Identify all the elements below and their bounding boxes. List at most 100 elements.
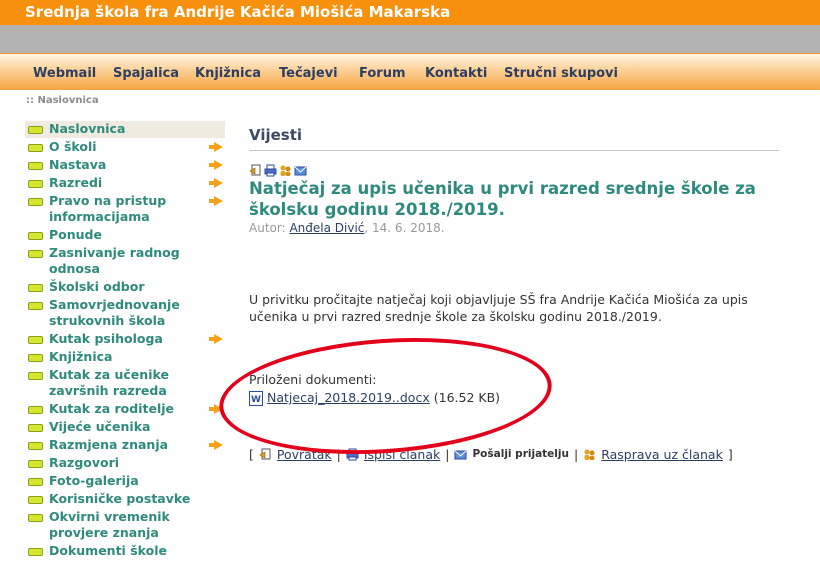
- back-icon[interactable]: [259, 448, 272, 461]
- bullet-icon: [28, 354, 43, 362]
- breadcrumb: :: Naslovnica: [26, 95, 99, 106]
- bullet-icon: [28, 250, 43, 258]
- back-link[interactable]: Povratak: [277, 447, 332, 462]
- submenu-arrow-icon: [209, 160, 223, 170]
- sidebar-item-kutak-psihologa[interactable]: Kutak psihologa: [25, 331, 225, 349]
- sidebar-item-kutak-za-ucenike[interactable]: Kutak za učenike završnih razreda: [25, 367, 225, 401]
- send-to-friend-link[interactable]: Pošalji prijatelju: [472, 448, 569, 460]
- attachment-size: (16.52 KB): [433, 390, 501, 405]
- nav-forum[interactable]: Forum: [359, 66, 406, 81]
- section-title: Vijesti: [249, 120, 779, 151]
- discuss-link[interactable]: Rasprava uz članak: [601, 447, 723, 462]
- sidebar-item-label: O školi: [49, 139, 97, 154]
- submenu-arrow-icon: [209, 404, 223, 414]
- attachments: Priloženi dokumenti: Natjecaj_2018.2019.…: [249, 371, 779, 411]
- sidebar-item-dokumenti-skole[interactable]: Dokumenti škole: [25, 543, 225, 561]
- submenu-arrow-icon: [209, 142, 223, 152]
- article-title[interactable]: Natječaj za upis učenika u prvi razred s…: [249, 178, 779, 220]
- article-actions: [ Povratak | Ispiši članak | Pošalji pri…: [249, 447, 779, 462]
- print-icon[interactable]: [346, 448, 359, 461]
- nav-kontakti[interactable]: Kontakti: [425, 66, 487, 81]
- separator: |: [336, 446, 341, 462]
- sidebar-item-kutak-za-roditelje[interactable]: Kutak za roditelje: [25, 401, 225, 419]
- sidebar-item-nastava[interactable]: Nastava: [25, 157, 225, 175]
- bullet-icon: [28, 406, 43, 414]
- email-icon[interactable]: [454, 448, 467, 461]
- submenu-arrow-icon: [209, 178, 223, 188]
- bullet-icon: [28, 548, 43, 556]
- nav-strucni-skupovi[interactable]: Stručni skupovi: [504, 66, 618, 81]
- sidebar-item-label: Nastava: [49, 157, 107, 172]
- main-nav: Webmail Spajalica Knjižnica Tečajevi For…: [0, 53, 820, 90]
- sidebar-item-label: Pravo na pristup informacijama: [49, 193, 167, 224]
- discuss-icon[interactable]: [583, 448, 596, 461]
- author-prefix: Autor:: [249, 221, 286, 235]
- sidebar-item-ponude[interactable]: Ponude: [25, 227, 225, 245]
- separator: |: [573, 446, 579, 462]
- bracket-close: ]: [727, 446, 733, 462]
- submenu-arrow-icon: [209, 196, 223, 206]
- nav-knjiznica[interactable]: Knjižnica: [195, 66, 261, 81]
- email-icon[interactable]: [294, 162, 307, 176]
- sidebar-item-razgovori[interactable]: Razgovori: [25, 455, 225, 473]
- sidebar-item-label: Kutak psihologa: [49, 331, 163, 346]
- sidebar-item-razmjena-znanja[interactable]: Razmjena znanja: [25, 437, 225, 455]
- main-content: Vijesti Natječaj za upis učenika u prvi …: [249, 120, 779, 462]
- attachment-link[interactable]: Natjecaj_2018.2019..docx: [267, 389, 430, 407]
- sidebar-item-okvirni-vremenik[interactable]: Okvirni vremenik provjere znanja: [25, 509, 225, 543]
- bullet-icon: [28, 514, 43, 522]
- sidebar-item-label: Vijeće učenika: [49, 419, 151, 434]
- header-band: [0, 25, 820, 53]
- sidebar-item-o-skoli[interactable]: O školi: [25, 139, 225, 157]
- sidebar-item-label: Razmjena znanja: [49, 437, 169, 452]
- sidebar-item-label: Kutak za roditelje: [49, 401, 174, 416]
- sidebar-item-samovrjednovanje[interactable]: Samovrjednovanje strukovnih škola: [25, 297, 225, 331]
- print-icon[interactable]: [264, 162, 277, 177]
- submenu-arrow-icon: [209, 334, 223, 344]
- author-link[interactable]: Anđela Divić: [289, 221, 364, 235]
- bullet-icon: [28, 478, 43, 486]
- sidebar-item-pravo-na-pristup[interactable]: Pravo na pristup informacijama: [25, 193, 225, 227]
- submenu-arrow-icon: [209, 440, 223, 450]
- separator: |: [445, 446, 450, 462]
- discuss-icon[interactable]: [279, 162, 292, 176]
- site-title[interactable]: Srednja škola fra Andrije Kačića Miošića…: [25, 3, 450, 21]
- sidebar-item-label: Foto-galerija: [49, 473, 139, 488]
- site-header: Srednja škola fra Andrije Kačića Miošića…: [0, 0, 820, 25]
- bullet-icon: [28, 180, 43, 188]
- sidebar-item-knjiznica[interactable]: Knjižnica: [25, 349, 225, 367]
- nav-tecajevi[interactable]: Tečajevi: [279, 66, 338, 81]
- print-link[interactable]: Ispiši članak: [364, 447, 440, 462]
- sidebar-item-korisnicke-postavke[interactable]: Korisničke postavke: [25, 491, 225, 509]
- article-toolbar: [249, 162, 779, 177]
- sidebar-item-label: Zasnivanje radnog odnosa: [49, 245, 180, 276]
- bullet-icon: [28, 144, 43, 152]
- nav-spajalica[interactable]: Spajalica: [113, 66, 179, 81]
- sidebar-item-label: Knjižnica: [49, 349, 113, 364]
- sidebar-item-razredi[interactable]: Razredi: [25, 175, 225, 193]
- sidebar-item-foto-galerija[interactable]: Foto-galerija: [25, 473, 225, 491]
- sidebar-item-vijece-ucenika[interactable]: Vijeće učenika: [25, 419, 225, 437]
- bullet-icon: [28, 162, 43, 170]
- bracket-open: [: [249, 446, 254, 462]
- bullet-icon: [28, 284, 43, 292]
- attachment-item: Natjecaj_2018.2019..docx (16.52 KB): [249, 389, 501, 409]
- sidebar-item-zasnivanje[interactable]: Zasnivanje radnog odnosa: [25, 245, 225, 279]
- sidebar-item-label: Dokumenti škole: [49, 543, 167, 558]
- bullet-icon: [28, 460, 43, 468]
- bullet-icon: [28, 442, 43, 450]
- article-meta: Autor: Anđela Divić, 14. 6. 2018.: [249, 221, 779, 235]
- bullet-icon: [28, 198, 43, 206]
- nav-webmail[interactable]: Webmail: [33, 66, 96, 81]
- article-date: , 14. 6. 2018.: [364, 221, 445, 235]
- back-icon[interactable]: [249, 162, 262, 176]
- sidebar-item-label: Školski odbor: [49, 279, 145, 294]
- sidebar-item-skolski-odbor[interactable]: Školski odbor: [25, 279, 225, 297]
- sidebar-item-label: Okvirni vremenik provjere znanja: [49, 509, 170, 540]
- bullet-icon: [28, 302, 43, 310]
- sidebar-item-label: Naslovnica: [49, 121, 126, 136]
- sidebar-item-naslovnica[interactable]: Naslovnica: [25, 121, 225, 139]
- bullet-icon: [28, 126, 43, 134]
- sidebar-item-label: Korisničke postavke: [49, 491, 191, 506]
- sidebar-item-label: Kutak za učenike završnih razreda: [49, 367, 169, 398]
